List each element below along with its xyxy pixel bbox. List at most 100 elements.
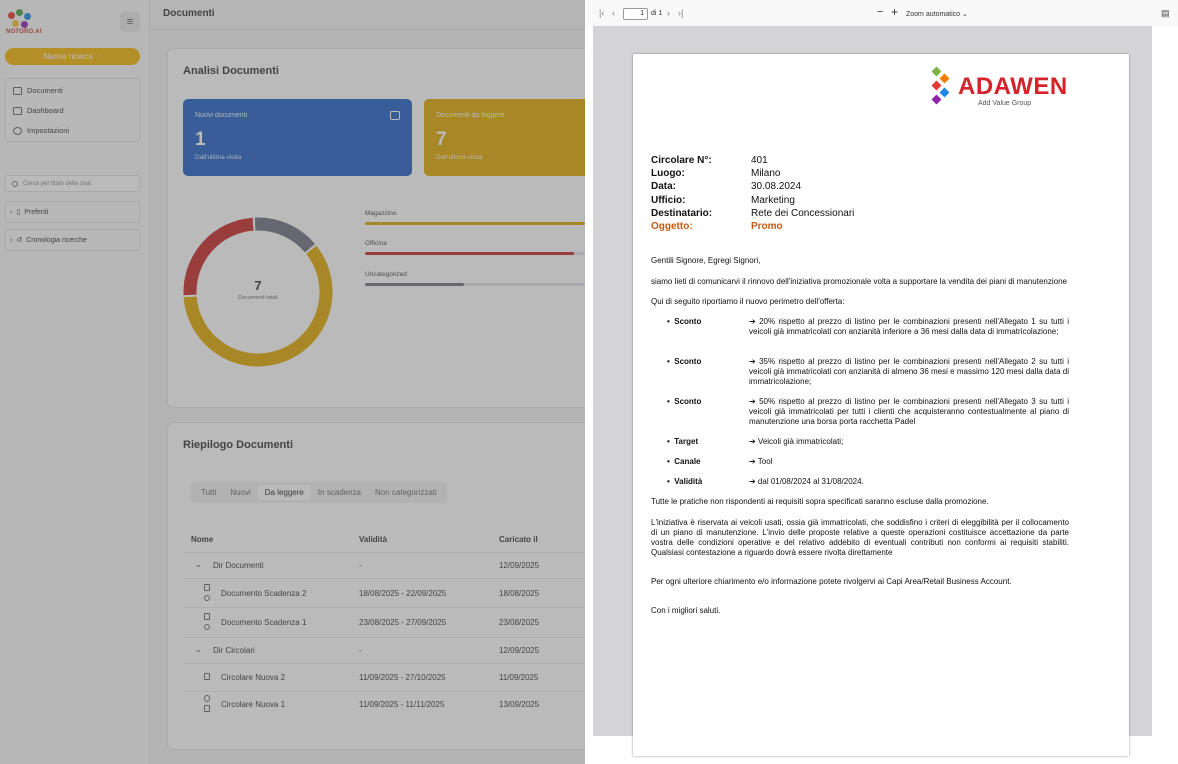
documents-donut-chart: 7 Documenti totali xyxy=(182,216,334,368)
favorites-section[interactable]: › ▯ Preferiti xyxy=(5,201,140,223)
zoom-select[interactable]: Zoom automatico ⌄ xyxy=(906,10,968,18)
row-validity: 23/08/2025 - 27/09/2025 xyxy=(359,618,447,627)
summary-tabs: Tutti Nuovi Da leggere In scadenza Non c… xyxy=(191,482,447,503)
history-label: Cronologia ricerche xyxy=(26,236,87,244)
column-header-name[interactable]: Nome xyxy=(191,535,213,544)
category-fill xyxy=(365,283,464,286)
table-divider xyxy=(183,691,585,692)
bullet-key: • Target xyxy=(667,437,699,446)
card-new-documents[interactable]: Nuovi documenti 1 Dall'ultima visita xyxy=(183,99,412,176)
nav-label: Dashboard xyxy=(27,106,64,115)
file-icon xyxy=(204,673,210,680)
meta-key: Circolare N°: xyxy=(651,155,712,166)
zoom-out-icon[interactable]: − xyxy=(877,6,883,18)
column-header-validity[interactable]: Validità xyxy=(359,535,387,544)
bullet-value: ➔ Tool xyxy=(749,457,773,466)
new-search-button[interactable]: Nuova ricerca ◌ xyxy=(5,48,140,65)
hamburger-icon: ≡ xyxy=(126,16,134,28)
chevron-right-icon: › xyxy=(10,236,13,244)
nav-item-documenti[interactable]: Documenti xyxy=(13,86,63,95)
nav-label: Impostazioni xyxy=(27,126,70,135)
row-name: Dir Circolari xyxy=(213,646,255,655)
pdf-toolbar: |‹ ‹ 1 di 1 › ›| − + Zoom automatico ⌄ ▤ xyxy=(585,0,1178,26)
tab-non-categorizzati[interactable]: Non categorizzati xyxy=(368,485,444,500)
row-uploaded: 12/09/2025 xyxy=(499,561,540,570)
table-divider xyxy=(183,637,585,638)
clock-icon xyxy=(204,595,210,601)
card-sub: Dall'ultima visita xyxy=(195,154,242,161)
row-uploaded: 11/09/2025 xyxy=(499,673,539,682)
last-page-icon[interactable]: ›| xyxy=(678,8,683,18)
meta-value: Marketing xyxy=(751,195,795,206)
menu-toggle-button[interactable]: ≡ xyxy=(120,12,140,32)
bullet-value: ➔ Veicoli già immatricolati; xyxy=(749,437,844,446)
row-validity: - xyxy=(359,561,362,570)
tab-nuovi[interactable]: Nuovi xyxy=(223,485,257,500)
donut-segment[interactable] xyxy=(254,217,315,253)
row-validity: 11/09/2025 - 27/10/2025 xyxy=(359,673,446,682)
chevron-right-icon: › xyxy=(10,208,13,216)
tab-da-leggere[interactable]: Da leggere xyxy=(257,485,311,500)
bullet-value: ➔ 35% rispetto al prezzo di listino per … xyxy=(749,357,1069,386)
nav-label: Documenti xyxy=(27,86,63,95)
inbox-icon xyxy=(390,111,400,120)
file-icon xyxy=(204,705,210,712)
bullet-key: • Sconto xyxy=(667,397,702,406)
card-value: 7 xyxy=(436,129,447,150)
meta-key: Ufficio: xyxy=(651,195,686,206)
page-title: Documenti xyxy=(163,8,215,19)
download-icon[interactable]: ▤ xyxy=(1161,8,1170,19)
nav-item-impostazioni[interactable]: Impostazioni xyxy=(13,126,69,135)
row-name: Documento Scadenza 2 xyxy=(221,589,307,598)
file-icon xyxy=(204,584,210,591)
donut-caption: Documenti totali xyxy=(238,295,278,301)
history-icon: ↺ xyxy=(16,237,23,244)
open-mail-icon xyxy=(204,695,210,702)
category-bar-magazzino: Magazzino xyxy=(365,210,585,225)
donut-total: 7 xyxy=(254,278,262,293)
new-search-label: Nuova ricerca xyxy=(43,52,93,61)
history-section[interactable]: › ↺ Cronologia ricerche xyxy=(5,229,140,251)
bullet-value: ➔ 20% rispetto al prezzo di listino per … xyxy=(749,317,1069,336)
tab-in-scadenza[interactable]: In scadenza xyxy=(311,485,368,500)
logo-tagline: Add Value Group xyxy=(978,100,1032,107)
meta-key: Data: xyxy=(651,181,677,192)
chevron-down-icon: ⌄ xyxy=(195,645,202,654)
chevron-down-icon: ⌄ xyxy=(195,560,202,569)
row-name: Dir Documenti xyxy=(213,561,264,570)
gear-icon xyxy=(13,126,22,135)
nav-item-dashboard[interactable]: Dashboard xyxy=(13,106,64,115)
bullet-key: • Validità xyxy=(667,477,703,486)
bullet-key: • Canale xyxy=(667,457,701,466)
file-icon xyxy=(204,613,210,620)
category-fill xyxy=(365,222,585,225)
table-divider xyxy=(183,607,585,608)
table-divider xyxy=(183,578,585,579)
row-validity: 11/09/2025 - 11/11/2025 xyxy=(359,700,445,709)
row-validity: - xyxy=(359,646,362,655)
column-header-uploaded[interactable]: Caricato il xyxy=(499,535,538,544)
first-page-icon[interactable]: |‹ xyxy=(599,8,604,18)
zoom-in-icon[interactable]: + xyxy=(891,5,898,19)
meta-value: 30.08.2024 xyxy=(751,181,802,192)
category-bar-officina: Officina xyxy=(365,240,585,255)
letter-intro-2: Qui di seguito riportiamo il nuovo perim… xyxy=(651,297,845,306)
page-count: di 1 xyxy=(651,10,663,17)
chat-bubble-icon: ◌ xyxy=(96,52,102,61)
page-number-input[interactable]: 1 xyxy=(623,8,648,20)
search-icon xyxy=(12,180,18,187)
card-value: 1 xyxy=(195,129,206,150)
donut-segment[interactable] xyxy=(183,245,333,367)
app-root: NOTORO.AI ≡ Nuova ricerca ◌ Documenti Da… xyxy=(0,0,1178,764)
row-validity: 18/08/2025 - 22/09/2025 xyxy=(359,589,447,598)
letter-paragraph: Tutte le pratiche non rispondenti ai req… xyxy=(651,497,989,506)
logo-text: NOTORO.AI xyxy=(6,29,42,35)
chart-icon xyxy=(13,106,22,115)
tab-tutti[interactable]: Tutti xyxy=(194,485,223,500)
row-name: Circolare Nuova 2 xyxy=(221,673,286,682)
prev-page-icon[interactable]: ‹ xyxy=(612,8,615,18)
chat-search-input[interactable]: Cerca per titolo della chat xyxy=(5,175,140,192)
category-label: Officina xyxy=(365,240,387,247)
next-page-icon[interactable]: › xyxy=(667,8,670,18)
meta-key: Destinatario: xyxy=(651,208,713,219)
